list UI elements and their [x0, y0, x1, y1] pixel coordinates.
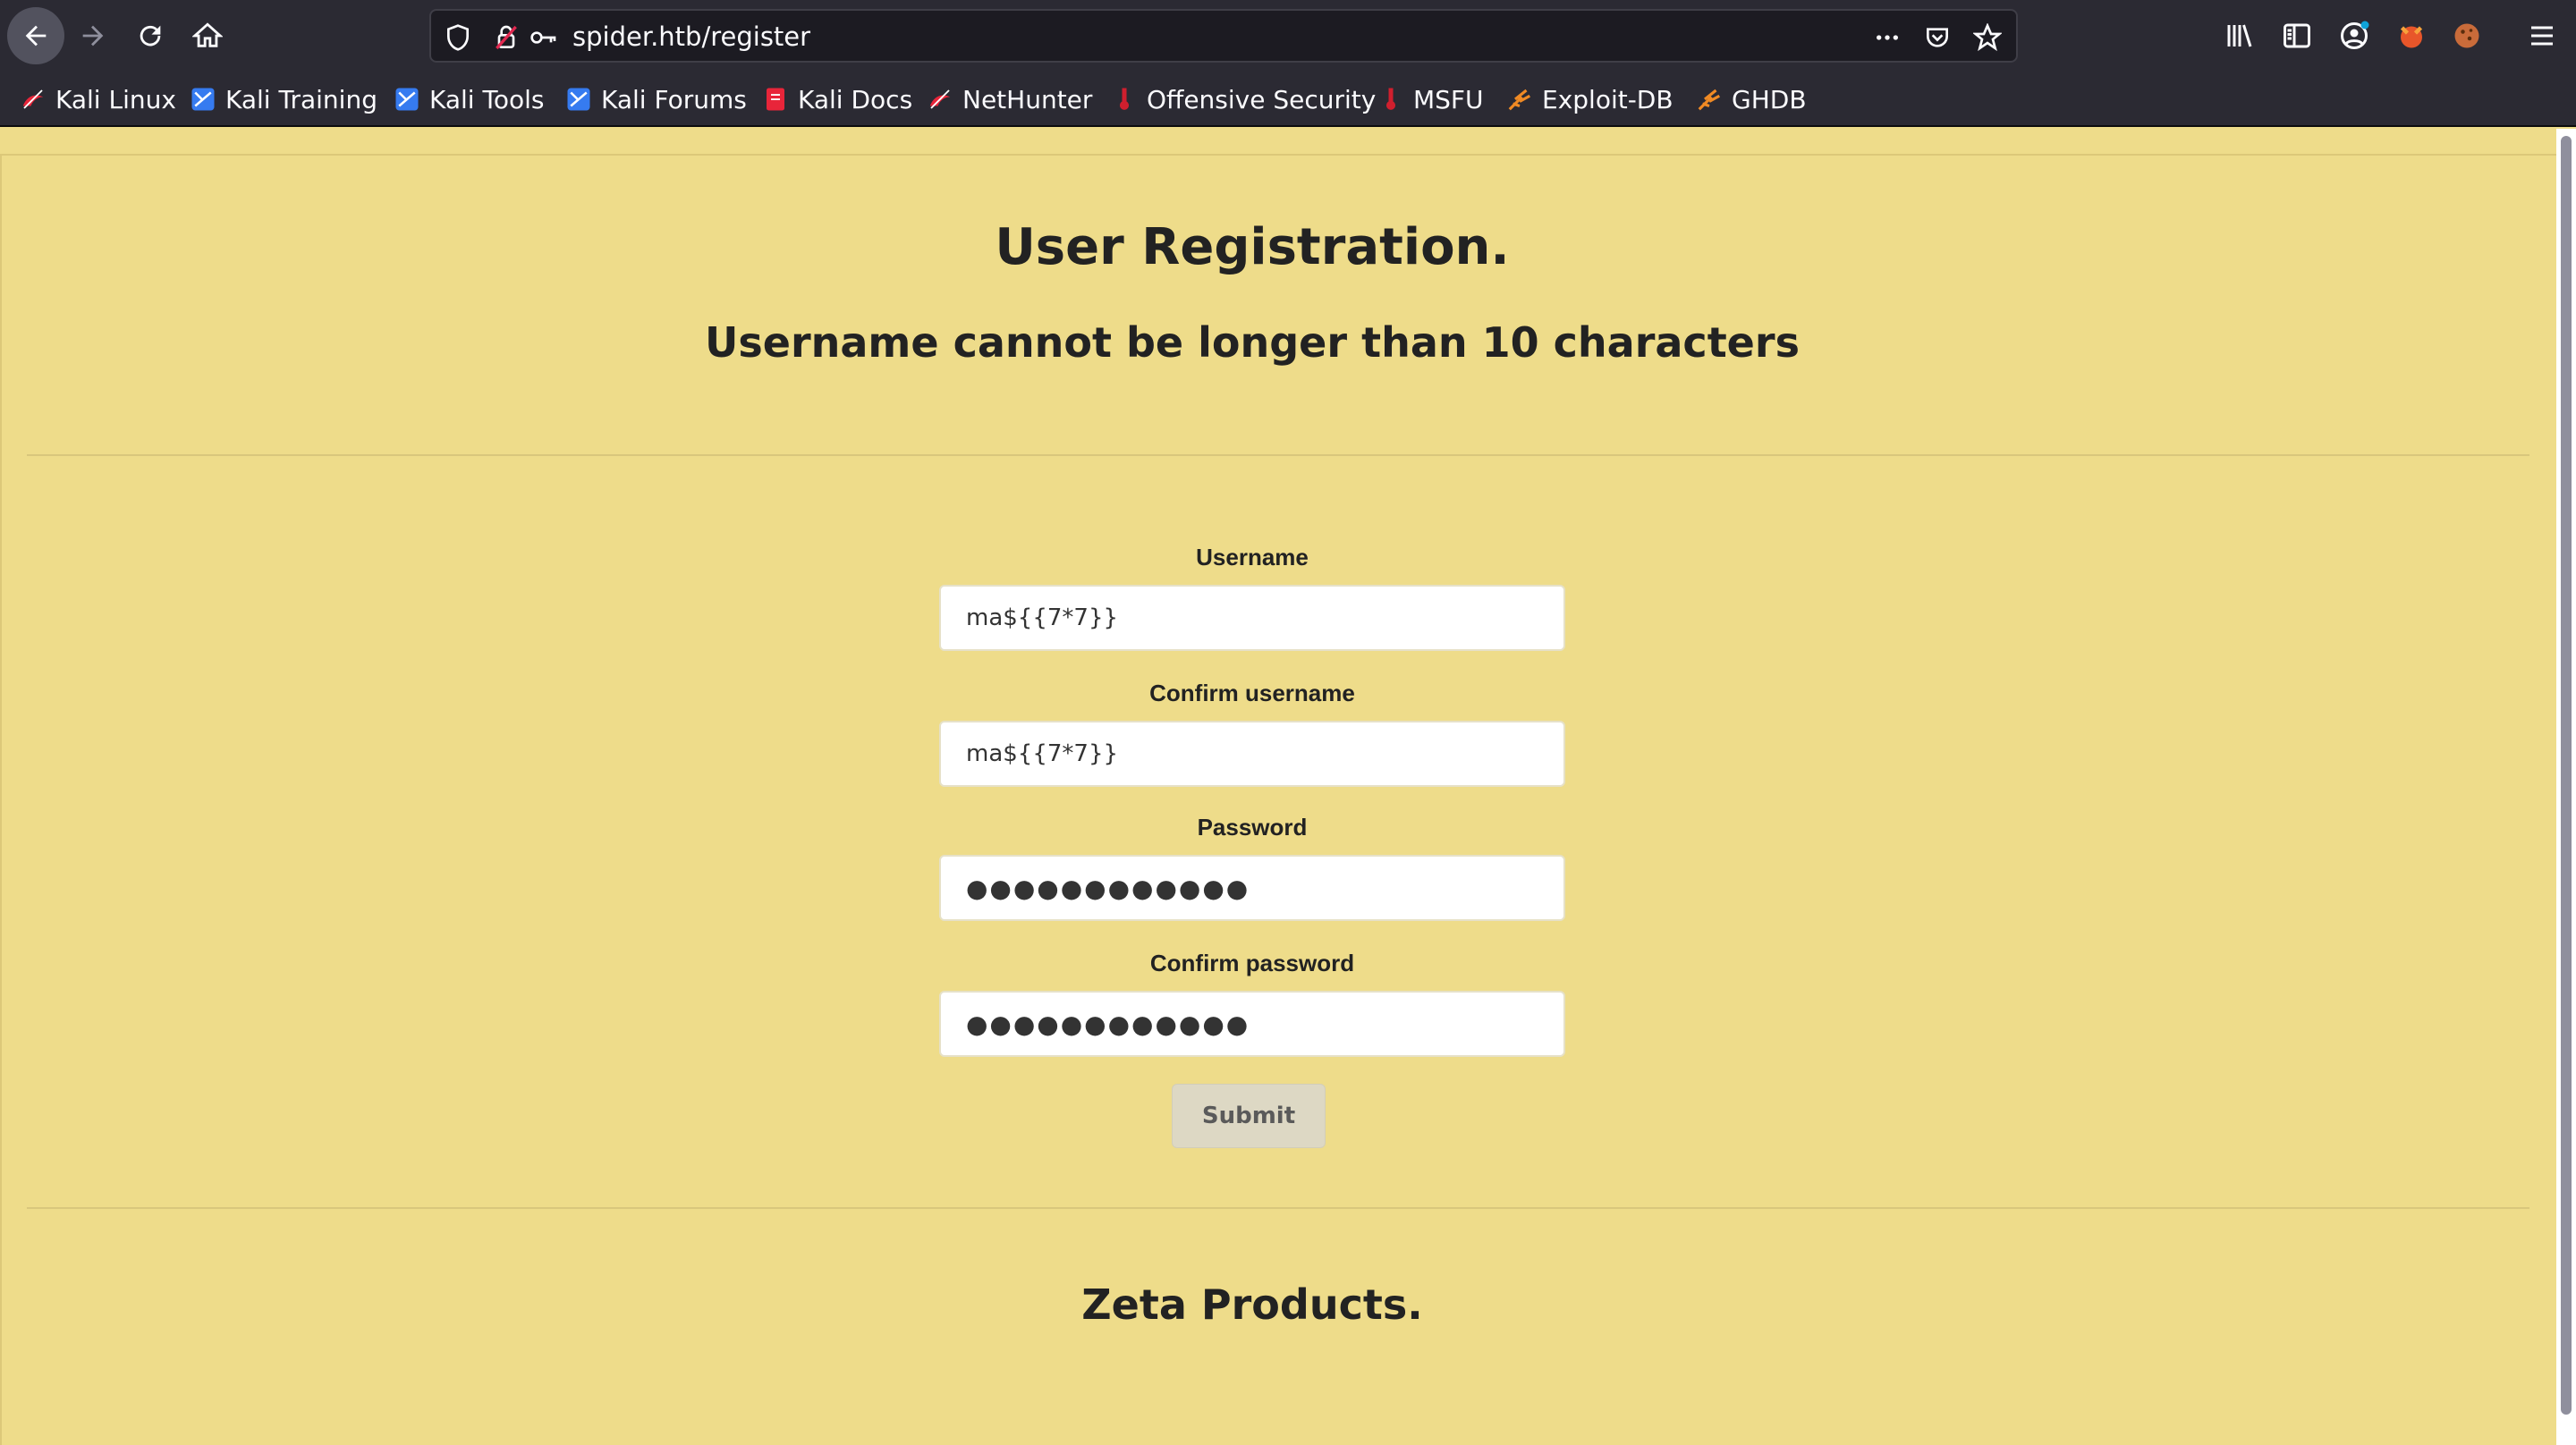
kali-forums-icon	[567, 88, 590, 111]
confirm-username-label: Confirm username	[1149, 680, 1355, 706]
msfu-icon	[1386, 88, 1395, 110]
bookmark-label: NetHunter	[962, 84, 1093, 114]
browser-window: spider.htb/register Kali Linux Kali Trai…	[0, 0, 2576, 1445]
bookmark-offensive-security[interactable]: Offensive Security	[1111, 82, 1376, 116]
bookmark-msfu[interactable]: MSFU	[1377, 82, 1484, 116]
bookmark-label: Kali Linux	[55, 84, 176, 114]
insecure-lock-icon	[496, 25, 517, 50]
bookmark-ghdb[interactable]: GHDB	[1696, 82, 1807, 116]
page-title: User Registration.	[995, 218, 1510, 276]
back-button[interactable]	[7, 7, 64, 64]
username-input[interactable]	[939, 585, 1565, 651]
submit-button[interactable]: Submit	[1172, 1084, 1326, 1148]
library-icon[interactable]	[2224, 20, 2256, 52]
exploit-db-icon	[1508, 89, 1531, 111]
divider-top	[27, 454, 2529, 456]
home-button[interactable]	[179, 7, 236, 64]
bookmark-label: Kali Forums	[601, 84, 747, 114]
bookmark-kali-training[interactable]: Kali Training	[190, 82, 377, 116]
home-icon	[192, 22, 223, 47]
bookmark-label: Exploit-DB	[1542, 84, 1674, 114]
bookmark-label: Kali Training	[225, 84, 377, 114]
ghdb-icon	[1698, 89, 1721, 111]
extension-fox-icon[interactable]	[2395, 20, 2428, 52]
bookmark-kali-docs[interactable]: Kali Docs	[762, 82, 912, 116]
shield-icon	[447, 24, 469, 51]
arrow-right-icon	[82, 25, 104, 46]
bookmark-label: GHDB	[1732, 84, 1807, 114]
bookmark-star-icon[interactable]	[1973, 23, 2002, 52]
password-input[interactable]	[939, 855, 1565, 921]
page-scrollbar[interactable]	[2556, 129, 2576, 1445]
password-label: Password	[1197, 814, 1308, 841]
bookmark-kali-forums[interactable]: Kali Forums	[565, 82, 747, 116]
url-text[interactable]: spider.htb/register	[572, 20, 810, 54]
bookmark-kali-linux[interactable]: Kali Linux	[20, 82, 176, 116]
browser-toolbar: spider.htb/register	[0, 0, 2576, 72]
bookmark-label: Kali Docs	[798, 84, 913, 114]
footer-title: Zeta Products.	[1081, 1280, 1423, 1329]
kali-tools-icon	[395, 88, 419, 111]
bookmark-nethunter[interactable]: NetHunter	[927, 82, 1092, 116]
divider-bottom	[27, 1207, 2529, 1209]
key-icon	[530, 31, 556, 44]
kali-icon	[22, 89, 44, 109]
kali-docs-icon	[767, 88, 784, 111]
page-content: User Registration. Username cannot be lo…	[0, 154, 2556, 1445]
offsec-icon	[1120, 88, 1129, 110]
bookmark-label: Kali Tools	[429, 84, 545, 114]
more-options-icon[interactable]	[1873, 23, 1902, 52]
page-subtitle: Username cannot be longer than 10 charac…	[705, 318, 1800, 367]
bookmark-exploit-db[interactable]: Exploit-DB	[1506, 82, 1674, 116]
bookmarks-toolbar: Kali Linux Kali Training Kali Tools Kali…	[0, 72, 2576, 127]
reload-button[interactable]	[122, 7, 179, 64]
pocket-icon[interactable]	[1923, 23, 1952, 52]
bookmark-kali-tools[interactable]: Kali Tools	[394, 82, 544, 116]
account-icon[interactable]	[2338, 20, 2370, 52]
menu-icon[interactable]	[2526, 20, 2558, 52]
nethunter-icon	[929, 89, 951, 109]
arrow-left-icon	[25, 25, 47, 46]
confirm-password-label: Confirm password	[1149, 950, 1355, 976]
forward-button[interactable]	[64, 7, 122, 64]
confirm-username-input[interactable]	[939, 721, 1565, 787]
reload-icon	[140, 25, 161, 46]
scrollbar-thumb[interactable]	[2561, 136, 2572, 1415]
sidebar-icon[interactable]	[2281, 20, 2313, 52]
bookmark-label: MSFU	[1413, 84, 1484, 114]
kali-training-icon	[191, 88, 215, 111]
address-bar[interactable]: spider.htb/register	[429, 9, 2018, 63]
extension-cookie-icon[interactable]	[2451, 20, 2483, 52]
username-label: Username	[1196, 544, 1309, 570]
bookmark-label: Offensive Security	[1147, 84, 1377, 114]
confirm-password-input[interactable]	[939, 991, 1565, 1057]
